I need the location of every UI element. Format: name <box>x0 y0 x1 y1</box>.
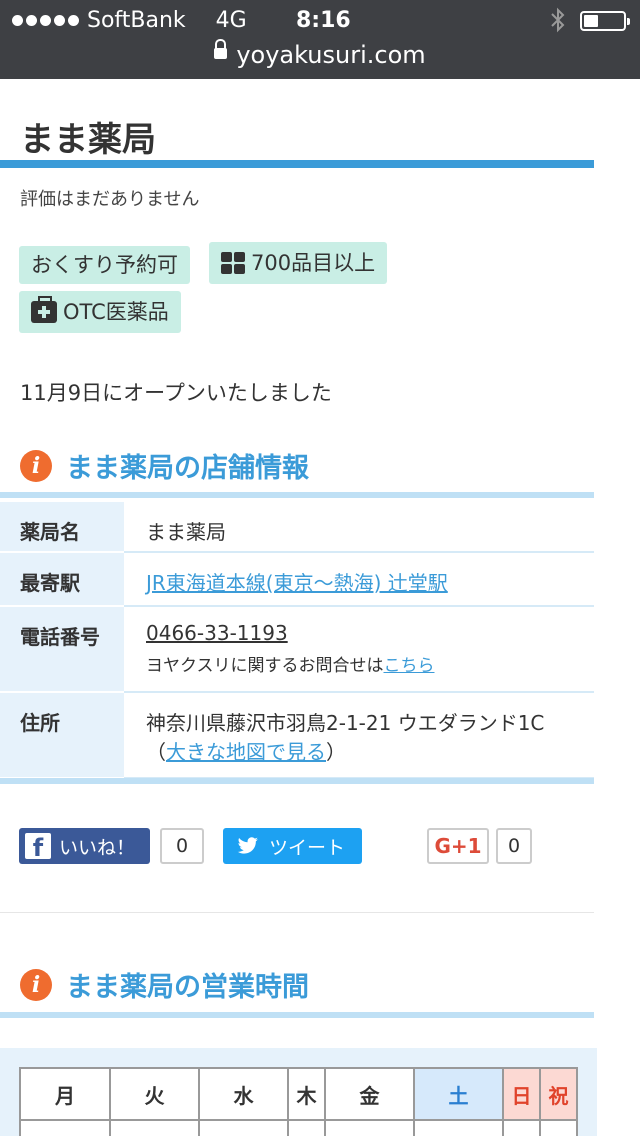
tag-item-count: 700品目以上 <box>209 242 388 284</box>
hours-cell <box>198 1119 289 1136</box>
station-cell: JR東海道本線(東京〜熱海) 辻堂駅 <box>124 552 594 607</box>
facebook-icon: f <box>25 833 51 859</box>
day-wed: 水 <box>198 1067 289 1121</box>
phone-link[interactable]: 0466-33-1193 <box>146 621 288 645</box>
lock-icon <box>214 39 228 60</box>
phone-cell: 0466-33-1193 ヨヤクスリに関するお問合せはこちら <box>124 606 594 693</box>
hours-cell <box>413 1119 504 1136</box>
hours-header-row: 月 火 水 木 金 土 日 祝 <box>19 1067 578 1121</box>
info-icon: i <box>20 449 52 482</box>
opening-notice: 11月9日にオープンいたしました <box>20 381 332 405</box>
hours-row <box>19 1119 578 1136</box>
browser-top-bar: SoftBank 4G 8:16 yoyakusuri.com <box>0 0 640 79</box>
network-type: 4G <box>215 8 247 33</box>
grid-icon <box>221 252 245 274</box>
store-info-top-rule <box>0 492 594 498</box>
tag-reservation: おくすり予約可 <box>19 246 190 284</box>
twitter-bird-icon <box>237 837 258 854</box>
name-value: まま薬局 <box>124 502 594 553</box>
day-sat: 土 <box>413 1067 504 1121</box>
address-value: 神奈川県藤沢市羽鳥2-1-21 ウエダランド1C <box>146 711 545 735</box>
station-link[interactable]: JR東海道本線(東京〜熱海) 辻堂駅 <box>146 571 448 595</box>
phone-label: 電話番号 <box>0 606 124 693</box>
day-sun: 日 <box>502 1067 541 1121</box>
carrier-info: SoftBank 4G <box>12 8 247 33</box>
hours-cell <box>287 1119 326 1136</box>
tweet-label: ツイート <box>269 836 346 859</box>
facebook-like-count: 0 <box>160 828 204 864</box>
status-bar: SoftBank 4G 8:16 <box>0 0 640 40</box>
clock: 8:16 <box>296 8 351 33</box>
store-info-heading-text: まま薬局の店舗情報 <box>66 453 309 484</box>
name-label: 薬局名 <box>0 502 124 553</box>
hours-cell <box>324 1119 415 1136</box>
store-info-bottom-rule <box>0 778 594 784</box>
bluetooth-icon <box>551 7 565 33</box>
day-thu: 木 <box>287 1067 326 1121</box>
address-label: 住所 <box>0 692 124 779</box>
carrier-name: SoftBank <box>87 8 186 33</box>
hours-cell <box>539 1119 578 1136</box>
hours-heading-text: まま薬局の営業時間 <box>66 972 309 1003</box>
google-plus-button[interactable]: G+1 <box>427 828 489 864</box>
facebook-like-label: いいね！ <box>59 836 136 859</box>
title-divider <box>0 160 594 168</box>
hours-heading: i まま薬局の営業時間 <box>20 965 309 1004</box>
battery-icon <box>580 11 630 31</box>
table-row: 住所 神奈川県藤沢市羽鳥2-1-21 ウエダランド1C （大きな地図で見る） <box>0 692 594 779</box>
tag-label: 700品目以上 <box>251 251 376 275</box>
day-fri: 金 <box>324 1067 415 1121</box>
hours-table: 月 火 水 木 金 土 日 祝 <box>19 1067 578 1136</box>
table-row: 最寄駅 JR東海道本線(東京〜熱海) 辻堂駅 <box>0 552 594 607</box>
inquiry-prefix: ヨヤクスリに関するお問合せは <box>146 656 384 676</box>
day-tue: 火 <box>109 1067 200 1121</box>
url-bar[interactable]: yoyakusuri.com <box>0 39 640 72</box>
medical-kit-icon <box>31 296 57 323</box>
url-text: yoyakusuri.com <box>236 41 426 69</box>
table-row: 薬局名 まま薬局 <box>0 502 594 553</box>
table-row: 電話番号 0466-33-1193 ヨヤクスリに関するお問合せはこちら <box>0 606 594 693</box>
inquiry-text: ヨヤクスリに関するお問合せはこちら <box>146 651 594 676</box>
hours-cell <box>502 1119 541 1136</box>
day-holiday: 祝 <box>539 1067 578 1121</box>
inquiry-link[interactable]: こちら <box>384 656 435 676</box>
address-cell: 神奈川県藤沢市羽鳥2-1-21 ウエダランド1C （大きな地図で見る） <box>124 692 594 779</box>
tag-otc: OTC医薬品 <box>19 291 181 333</box>
store-info-table: 薬局名 まま薬局 最寄駅 JR東海道本線(東京〜熱海) 辻堂駅 電話番号 046… <box>0 502 594 779</box>
hours-top-rule <box>0 1012 594 1018</box>
tweet-button[interactable]: ツイート <box>223 828 362 864</box>
facebook-like-button[interactable]: f いいね！ <box>19 828 150 864</box>
info-icon: i <box>20 968 52 1001</box>
day-mon: 月 <box>19 1067 111 1121</box>
hours-cell <box>19 1119 111 1136</box>
tag-label: OTC医薬品 <box>63 300 169 324</box>
hours-cell <box>109 1119 200 1136</box>
section-divider <box>0 912 594 913</box>
map-paren-close: ） <box>326 740 346 764</box>
signal-strength-icon <box>12 15 79 26</box>
map-paren-open: （ <box>146 740 166 764</box>
rating-text: 評価はまだありません <box>20 189 200 210</box>
page-title: まま薬局 <box>20 120 156 160</box>
station-label: 最寄駅 <box>0 552 124 607</box>
map-link[interactable]: 大きな地図で見る <box>166 740 326 764</box>
store-info-heading: i まま薬局の店舗情報 <box>20 446 309 485</box>
tag-label: おくすり予約可 <box>31 253 178 277</box>
google-plus-count: 0 <box>496 828 532 864</box>
